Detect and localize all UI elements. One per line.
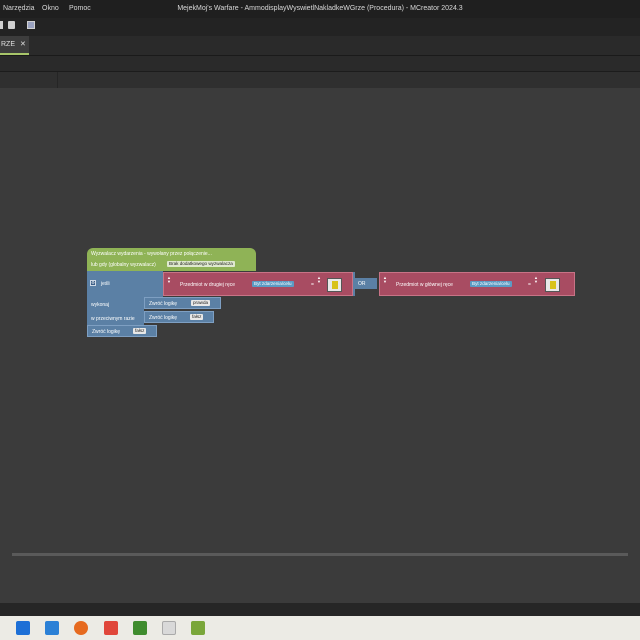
- arrow-icon: ▲ ▼: [534, 275, 538, 284]
- arrow-icon: ▲ ▼: [317, 275, 321, 284]
- event-trigger-block[interactable]: Wyzwalacz wydarzenia - wywołany przez po…: [87, 248, 256, 271]
- gear-icon[interactable]: ⚙: [90, 280, 96, 286]
- taskbar: [0, 616, 640, 640]
- app-icon[interactable]: [104, 621, 118, 635]
- return-label: Zwróć logikę: [149, 301, 178, 307]
- windows-start-icon[interactable]: [16, 621, 30, 635]
- window-icon[interactable]: [27, 21, 35, 29]
- if-label: jeśli: [101, 281, 110, 287]
- item-compare-right[interactable]: ▲ ▼ Przedmiot w głównej ręce Byt zdarzeni…: [379, 272, 575, 296]
- item-icon: [332, 281, 338, 289]
- title-bar: Narzędzia Okno Pomoc MejekMoj's Warfare …: [0, 0, 640, 18]
- tab-bar: [0, 36, 640, 55]
- mail-icon[interactable]: [45, 621, 59, 635]
- editor-subbar-segment[interactable]: [0, 72, 58, 88]
- minecraft-icon[interactable]: [133, 621, 147, 635]
- item-slot-right[interactable]: [545, 278, 560, 292]
- blockly-workspace[interactable]: Wyzwalacz wydarzenia - wywołany przez po…: [0, 88, 640, 608]
- event-line2: lub gdy (globalny wyzwalacz): [91, 262, 156, 268]
- if-block[interactable]: ⚙ jeśli: [87, 271, 163, 297]
- tab-label: RZE: [1, 41, 15, 48]
- editor-subbar: [0, 71, 640, 89]
- bool-prawda[interactable]: prawda: [191, 300, 211, 306]
- item-compare-left[interactable]: ▲ ▼ Przedmiot w drugiej ręce Byt zdarzeni…: [163, 272, 353, 296]
- item-label-left: Przedmiot w drugiej ręce: [180, 282, 236, 288]
- event-line1: Wyzwalacz wydarzenia - wywołany przez po…: [91, 251, 212, 257]
- firefox-icon[interactable]: [74, 621, 88, 635]
- or-text: OR: [358, 281, 366, 287]
- or-connector: OR: [355, 278, 377, 289]
- else-label: w przeciwnym razie: [91, 316, 135, 322]
- item-label-right: Przedmiot w głównej ręce: [396, 282, 453, 288]
- bool-falsz[interactable]: fałsz: [190, 314, 204, 320]
- do-section: wykonaj: [87, 297, 144, 312]
- entity-dropdown-right[interactable]: Byt zdarzenia/celu: [470, 281, 512, 287]
- bool-falsz-final[interactable]: fałsz: [133, 328, 147, 334]
- else-section: w przeciwnym razie: [87, 312, 144, 325]
- return-label: Zwróć logikę: [92, 329, 121, 335]
- return-logic-do[interactable]: Zwróć logikę prawda: [144, 297, 221, 309]
- mcreator-icon[interactable]: [191, 621, 205, 635]
- item-icon: [550, 281, 556, 289]
- horizontal-scrollbar[interactable]: [12, 553, 628, 556]
- toolbar-edge-icon[interactable]: [0, 21, 3, 29]
- op-left: =: [311, 282, 314, 288]
- arrow-icon: ▲ ▼: [383, 275, 387, 284]
- save-icon[interactable]: [8, 21, 15, 29]
- toolbar: [0, 18, 640, 36]
- trigger-dropdown[interactable]: Brak dodatkowego wyzwalacza: [167, 261, 235, 267]
- op-right: =: [528, 282, 531, 288]
- app2-icon[interactable]: [162, 621, 176, 635]
- arrow-icon: ▲ ▼: [167, 275, 171, 284]
- do-label: wykonaj: [91, 302, 110, 308]
- entity-dropdown-left[interactable]: Byt zdarzenia/celu: [252, 281, 294, 287]
- return-label: Zwróć logikę: [149, 315, 178, 321]
- return-logic-final[interactable]: Zwróć logikę fałsz: [87, 325, 157, 337]
- window-title: MejekMoj's Warfare - AmmodisplayWyswietl…: [177, 5, 463, 12]
- editor-toolbar: [0, 55, 640, 72]
- close-icon[interactable]: ✕: [20, 41, 26, 48]
- item-slot-left[interactable]: [327, 278, 342, 292]
- return-logic-else[interactable]: Zwróć logikę fałsz: [144, 311, 214, 323]
- tab-procedure[interactable]: RZE ✕: [0, 36, 29, 55]
- status-bar: [0, 603, 640, 616]
